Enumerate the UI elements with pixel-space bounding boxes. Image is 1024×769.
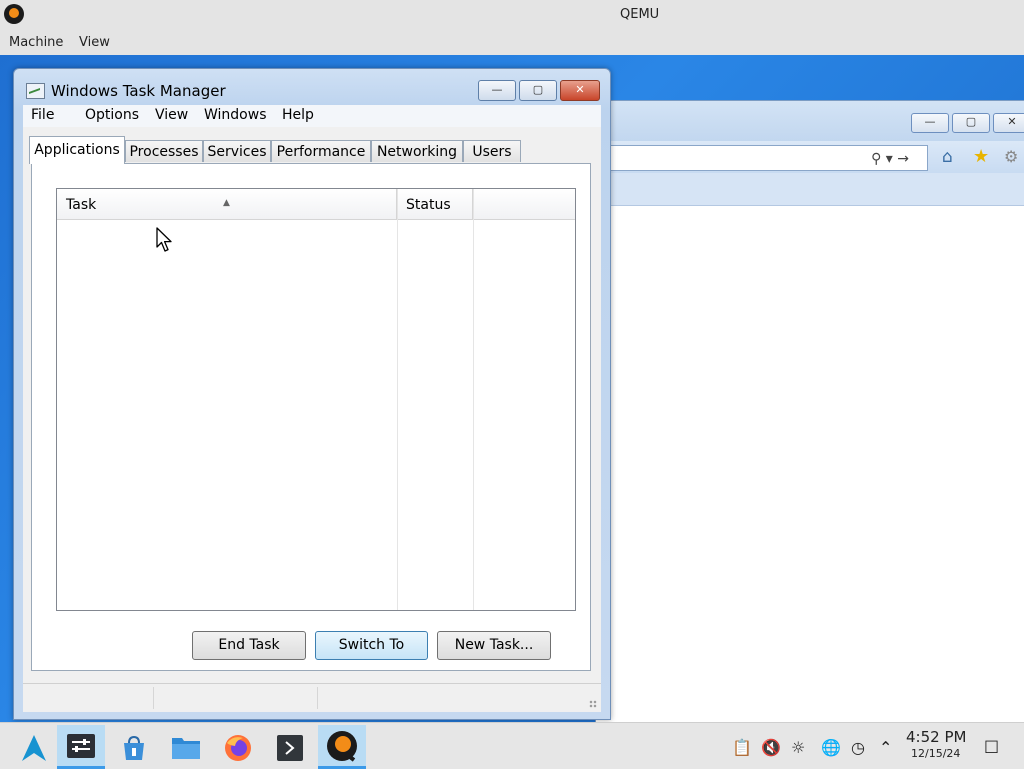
tab-performance[interactable]: Performance — [271, 140, 371, 162]
file-manager-icon[interactable] — [162, 725, 210, 769]
resize-grip-icon[interactable] — [589, 700, 597, 708]
task-manager-app-icon — [26, 83, 45, 99]
tab-processes[interactable]: Processes — [125, 140, 203, 162]
task-manager-title: Windows Task Manager — [51, 82, 226, 100]
browser-window[interactable]: — ▢ ✕ ⚲ ▾ → ⌂ ★ ⚙ — [595, 100, 1024, 722]
qemu-logo-icon — [4, 4, 24, 24]
show-desktop-icon[interactable]: □ — [984, 736, 999, 755]
tab-applications[interactable]: Applications — [29, 136, 125, 164]
browser-tabstrip — [596, 173, 1024, 206]
switch-to-button[interactable]: Switch To — [315, 631, 428, 660]
task-manager-client: Applications Processes Services Performa… — [23, 127, 601, 683]
tab-services[interactable]: Services — [203, 140, 271, 162]
package-store-icon[interactable] — [110, 725, 158, 769]
column-divider — [473, 189, 474, 610]
browser-titlebar: — ▢ ✕ — [596, 101, 1024, 141]
tab-networking[interactable]: Networking — [371, 140, 463, 162]
applications-panel: Task ▲ Status End Task Switch To New Tas… — [31, 163, 591, 671]
menu-view[interactable]: View — [155, 107, 188, 123]
menu-help[interactable]: Help — [282, 107, 314, 123]
power-profile-icon[interactable]: ◷ — [851, 738, 865, 757]
column-header-task[interactable]: Task ▲ — [57, 189, 397, 219]
menu-options[interactable]: Options — [85, 107, 139, 123]
column-divider — [397, 189, 398, 610]
favorites-star-icon[interactable]: ★ — [973, 146, 989, 167]
guest-desktop: — ▢ ✕ ⚲ ▾ → ⌂ ★ ⚙ Windows Task Manager —… — [0, 55, 1024, 722]
maximize-button[interactable]: ▢ — [519, 80, 557, 101]
qemu-menu-view[interactable]: View — [79, 35, 110, 50]
tab-users[interactable]: Users — [463, 140, 521, 162]
task-manager-menubar: File Options View Windows Help — [23, 105, 601, 127]
qemu-menubar: Machine View — [0, 30, 1024, 55]
task-list[interactable]: Task ▲ Status — [56, 188, 576, 611]
browser-address-input[interactable]: ⚲ ▾ → — [596, 145, 928, 171]
menu-windows[interactable]: Windows — [204, 107, 267, 123]
clock-date[interactable]: 12/15/24 — [911, 747, 960, 760]
status-pane — [317, 687, 587, 709]
clock-time[interactable]: 4:52 PM — [906, 728, 966, 746]
menu-file[interactable]: File — [31, 107, 54, 123]
mouse-pointer-icon — [156, 227, 172, 252]
brightness-icon[interactable]: ☼ — [791, 738, 805, 757]
terminal-icon[interactable] — [266, 725, 314, 769]
minimize-button[interactable]: — — [478, 80, 516, 101]
task-manager-statusbar — [23, 683, 601, 712]
gear-icon[interactable]: ⚙ — [1004, 147, 1018, 166]
column-status-label: Status — [406, 197, 451, 213]
taskbar: 📋 🔇 ☼ 🌐 ◷ ⌃ 4:52 PM 12/15/24 □ — [0, 722, 1024, 769]
browser-maximize-button[interactable]: ▢ — [952, 113, 990, 133]
sort-ascending-icon: ▲ — [223, 198, 230, 208]
task-manager-window[interactable]: Windows Task Manager — ▢ ✕ File Options … — [13, 68, 611, 720]
search-icon[interactable]: ⚲ ▾ → — [871, 151, 909, 167]
firefox-icon[interactable] — [214, 725, 262, 769]
home-icon[interactable]: ⌂ — [942, 147, 953, 167]
task-list-header: Task ▲ Status — [57, 189, 575, 220]
app-launcher-icon[interactable] — [10, 725, 58, 769]
browser-minimize-button[interactable]: — — [911, 113, 949, 133]
clipboard-icon[interactable]: 📋 — [732, 738, 752, 757]
qemu-icon[interactable] — [318, 725, 366, 769]
end-task-button[interactable]: End Task — [192, 631, 306, 660]
system-settings-icon[interactable] — [57, 725, 105, 769]
column-task-label: Task — [66, 197, 97, 213]
browser-address-row: ⚲ ▾ → ⌂ ★ ⚙ — [596, 141, 1024, 173]
new-task-button[interactable]: New Task... — [437, 631, 551, 660]
browser-close-button[interactable]: ✕ — [993, 113, 1024, 133]
qemu-window-title: QEMU — [620, 7, 660, 22]
status-pane — [153, 687, 318, 709]
network-icon[interactable]: 🌐 — [821, 738, 841, 757]
column-header-status[interactable]: Status — [397, 189, 473, 219]
chevron-up-icon[interactable]: ⌃ — [879, 738, 892, 757]
qemu-menu-machine[interactable]: Machine — [9, 35, 63, 50]
qemu-titlebar: QEMU — [0, 0, 1024, 30]
status-pane — [23, 687, 154, 709]
close-button[interactable]: ✕ — [560, 80, 600, 101]
volume-muted-icon[interactable]: 🔇 — [761, 738, 781, 757]
